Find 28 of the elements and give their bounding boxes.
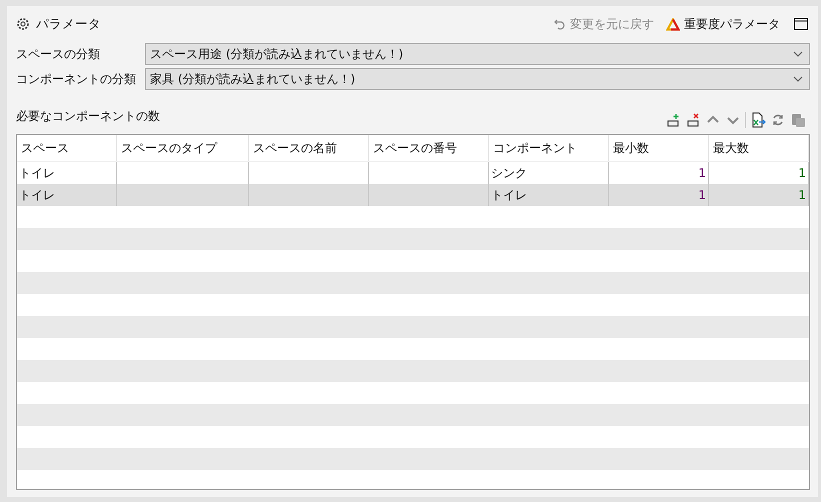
column-header[interactable]: スペースのタイプ: [117, 135, 249, 161]
column-header[interactable]: スペースの名前: [249, 135, 369, 161]
column-header[interactable]: スペースの番号: [369, 135, 489, 161]
paste-icon[interactable]: [790, 112, 806, 128]
table-cell: トイレ: [17, 184, 117, 206]
critical-parameters-button[interactable]: 重要度パラメータ: [666, 16, 780, 32]
classification-dropdown[interactable]: スペース用途 (分類が読み込まれていません！): [145, 43, 810, 65]
settings-icon: [16, 17, 30, 31]
table-cell: 1: [609, 184, 709, 206]
delete-row-icon[interactable]: [685, 112, 701, 128]
section-title: 必要なコンポーネントの数: [16, 108, 160, 124]
undo-icon: [554, 18, 566, 30]
export-icon[interactable]: [750, 112, 766, 128]
add-row-icon[interactable]: [665, 112, 681, 128]
classification-dropdown[interactable]: 家具 (分類が読み込まれていません！): [145, 68, 810, 90]
panel-title: パラメータ: [36, 16, 101, 32]
field-label: スペースの分類: [16, 46, 101, 62]
warning-icon: [666, 18, 680, 30]
column-header[interactable]: 最小数: [609, 135, 709, 161]
column-header[interactable]: スペース: [17, 135, 117, 161]
table-cell: トイレ: [489, 184, 609, 206]
column-header[interactable]: 最大数: [709, 135, 809, 161]
window-icon[interactable]: [794, 18, 808, 30]
column-header[interactable]: コンポーネント: [489, 135, 609, 161]
chevron-icon: [793, 51, 803, 57]
chevron-icon: [793, 76, 803, 82]
table-cell: 1: [709, 184, 809, 206]
field-label: コンポーネントの分類: [16, 70, 137, 88]
